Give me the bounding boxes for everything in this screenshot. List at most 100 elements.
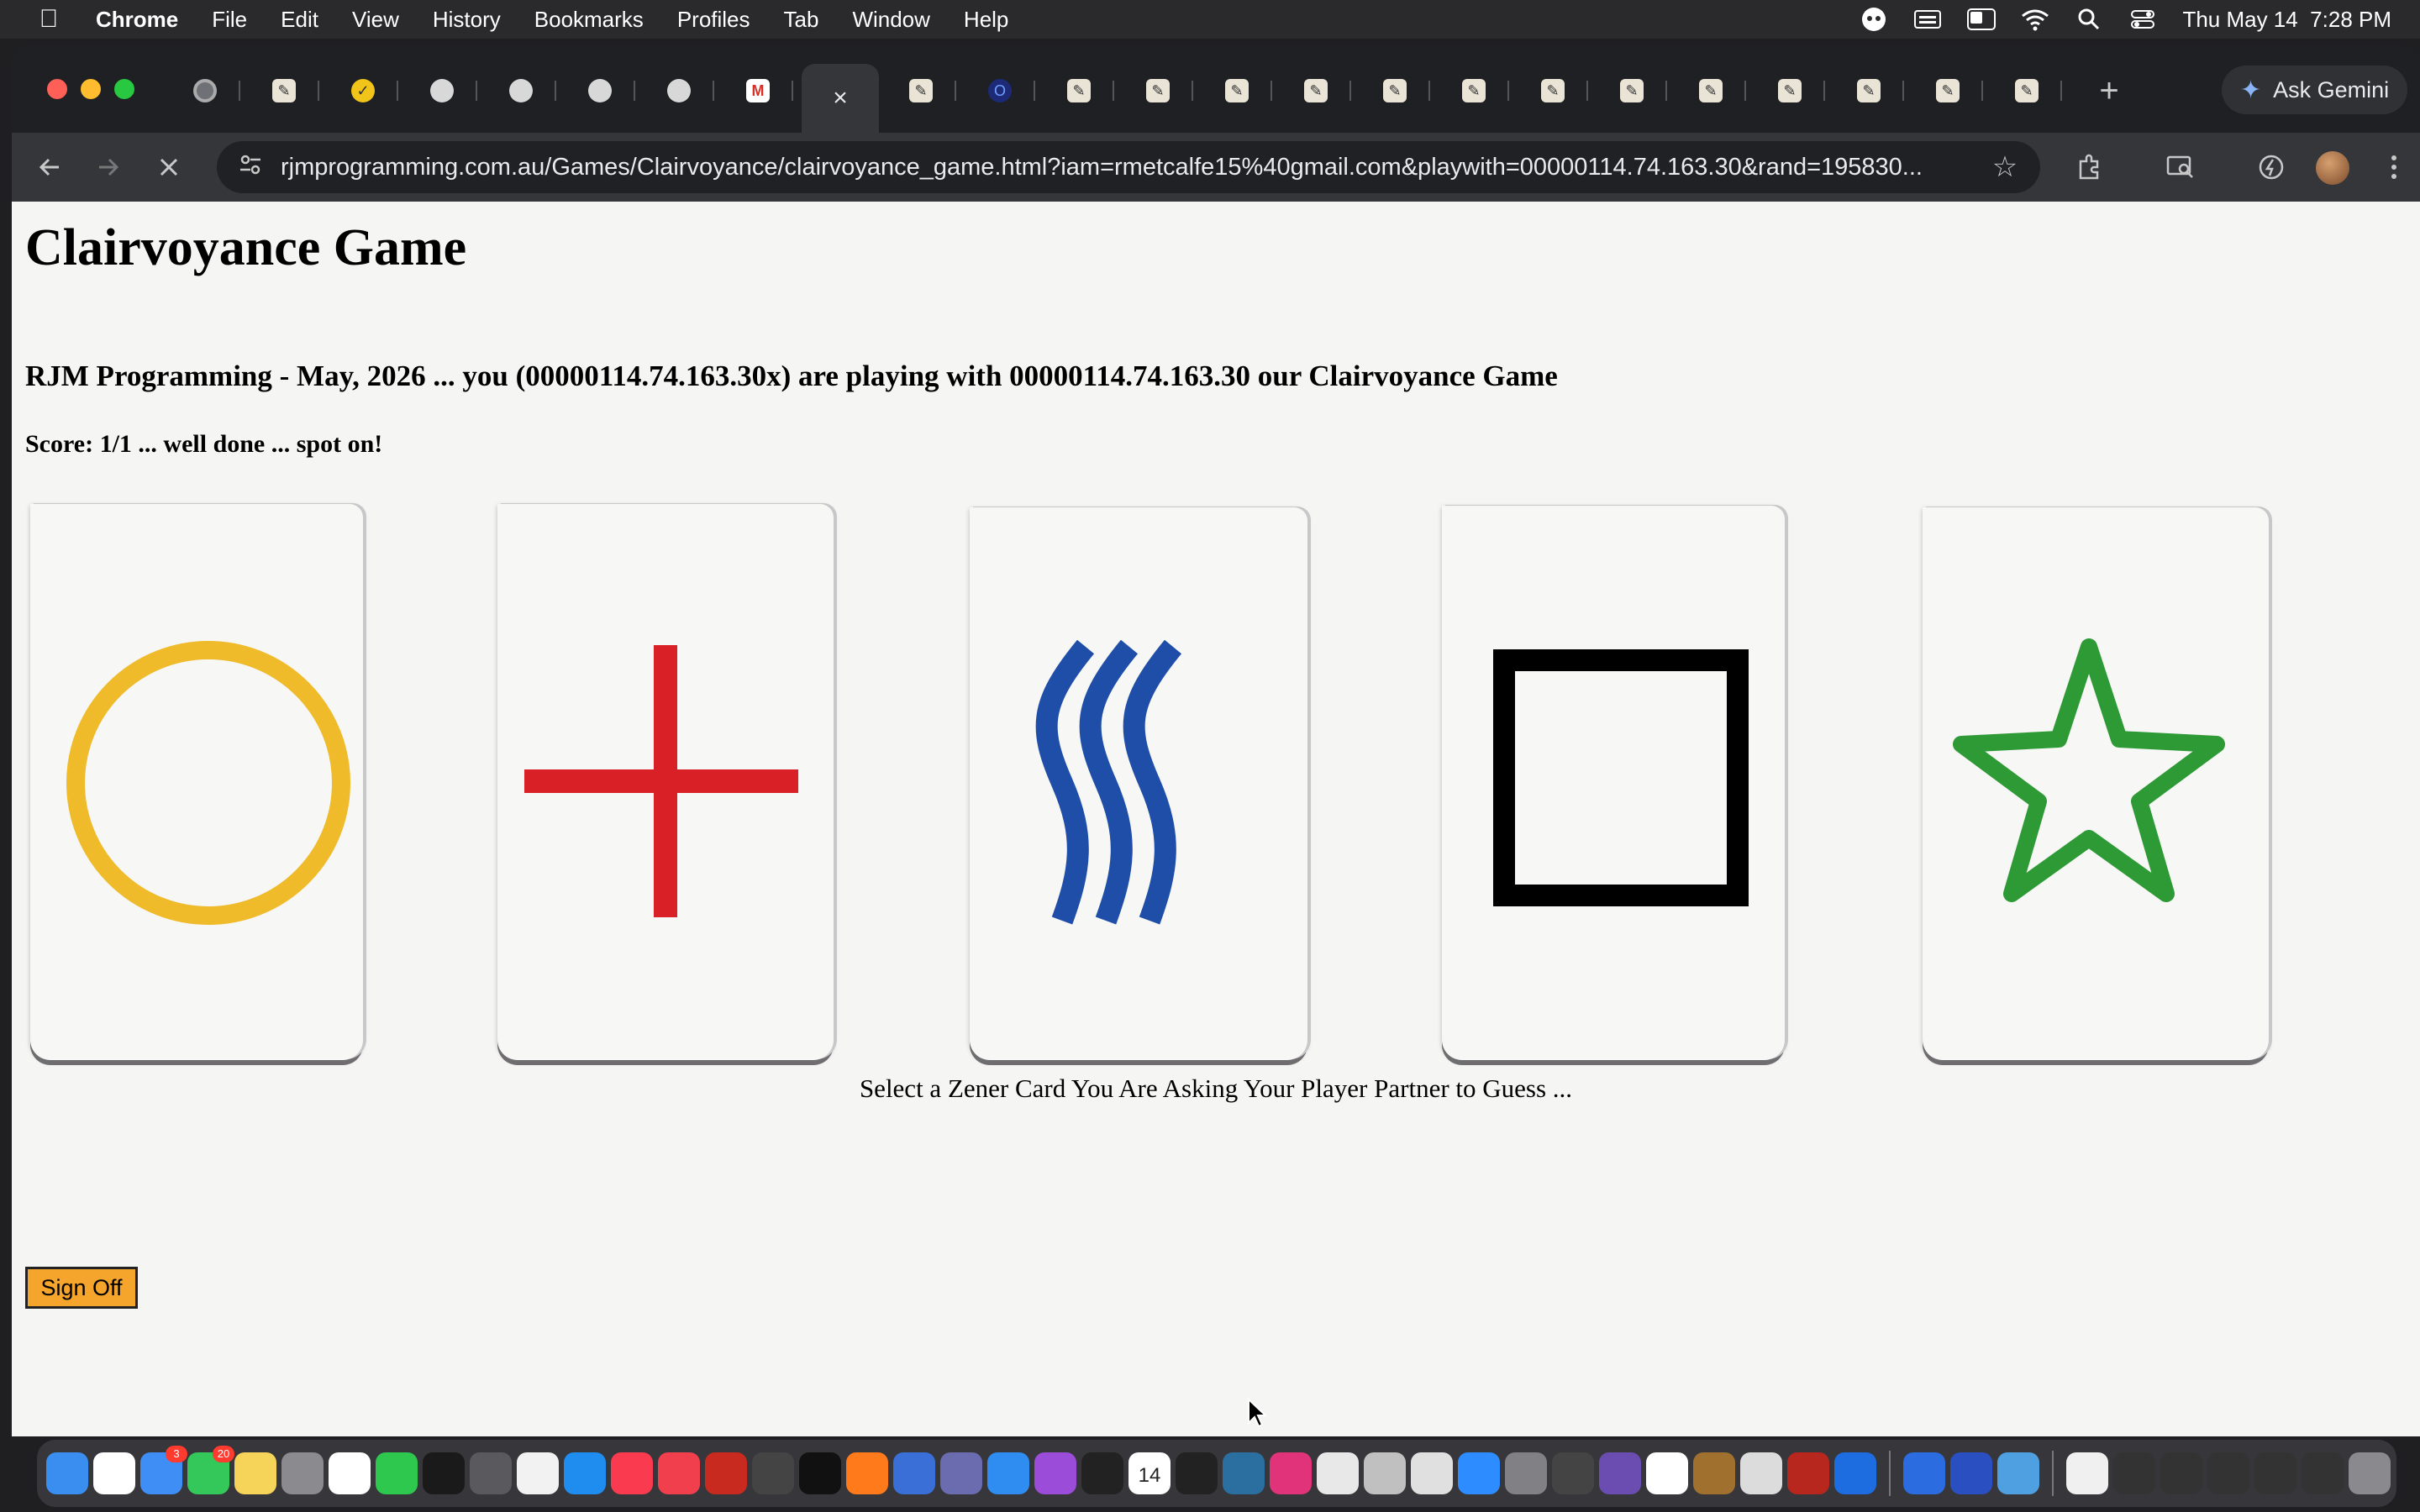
chrome-icon[interactable] xyxy=(1411,1452,1453,1494)
browser-tab[interactable]: ✎ xyxy=(1044,67,1114,114)
browser-tab[interactable]: ✎ xyxy=(1123,67,1193,114)
calculator-icon[interactable] xyxy=(470,1452,512,1494)
app-icon[interactable] xyxy=(893,1452,935,1494)
window-thumbnail-icon[interactable] xyxy=(2302,1452,2344,1494)
menu-history[interactable]: History xyxy=(433,7,501,33)
opera-icon[interactable] xyxy=(1646,1452,1688,1494)
console-icon[interactable] xyxy=(1176,1452,1218,1494)
app-icon[interactable] xyxy=(1693,1452,1735,1494)
menu-clock[interactable]: Thu May 14 7:28 PM xyxy=(2182,7,2391,33)
new-tab-button[interactable]: + xyxy=(2091,72,2128,109)
music-icon[interactable] xyxy=(611,1452,653,1494)
sign-off-button[interactable]: Sign Off xyxy=(25,1267,138,1309)
terminal-icon[interactable] xyxy=(1081,1452,1123,1494)
finder-icon[interactable] xyxy=(46,1452,88,1494)
xcode-icon[interactable] xyxy=(1834,1452,1876,1494)
browser-tab[interactable]: ✎ xyxy=(1202,67,1272,114)
news-icon[interactable] xyxy=(658,1452,700,1494)
browser-tab[interactable]: ✎ xyxy=(1360,67,1430,114)
site-info-icon[interactable] xyxy=(234,152,267,183)
browser-tab[interactable]: ✎ xyxy=(1518,67,1588,114)
menu-bookmarks[interactable]: Bookmarks xyxy=(534,7,644,33)
browser-tab[interactable] xyxy=(644,67,714,114)
browser-tab[interactable]: ✓ xyxy=(328,67,398,114)
profile-avatar[interactable] xyxy=(2316,151,2349,185)
browser-tab[interactable]: ✎ xyxy=(1281,67,1351,114)
zoom-window-button[interactable] xyxy=(114,79,134,99)
notes-icon[interactable] xyxy=(234,1452,276,1494)
browser-tab[interactable]: ✎ xyxy=(1833,67,1904,114)
browser-tab[interactable] xyxy=(170,67,240,114)
facetime-icon[interactable] xyxy=(376,1452,418,1494)
apple-menu-icon[interactable]:  xyxy=(32,5,66,34)
launchpad-icon[interactable] xyxy=(281,1452,324,1494)
bbedit-icon[interactable] xyxy=(940,1452,982,1494)
preview-icon[interactable] xyxy=(1317,1452,1359,1494)
browser-tab[interactable]: ✎ xyxy=(1597,67,1667,114)
elephant-icon[interactable] xyxy=(1740,1452,1782,1494)
document-icon[interactable] xyxy=(2066,1452,2108,1494)
filezilla-icon[interactable] xyxy=(705,1452,747,1494)
wifi-icon[interactable] xyxy=(2021,7,2049,32)
apple-tv-icon[interactable] xyxy=(799,1452,841,1494)
quicktime-icon[interactable] xyxy=(1223,1452,1265,1494)
keyboard-icon[interactable] xyxy=(1913,7,1942,32)
safari-icon[interactable] xyxy=(987,1452,1029,1494)
window-thumbnail-icon[interactable] xyxy=(2254,1452,2296,1494)
minimize-window-button[interactable] xyxy=(81,79,101,99)
zener-card-star[interactable] xyxy=(1923,507,2269,1060)
control-center-icon[interactable] xyxy=(2128,7,2157,32)
app-icon[interactable] xyxy=(1552,1452,1594,1494)
browser-tab[interactable]: ✎ xyxy=(1912,67,1983,114)
app-icon[interactable] xyxy=(1599,1452,1641,1494)
messages-icon[interactable]: 20 xyxy=(187,1446,234,1494)
app-icon[interactable] xyxy=(752,1452,794,1494)
calendar-icon[interactable]: 14 xyxy=(1128,1452,1171,1494)
extensions-icon[interactable] xyxy=(2070,148,2109,186)
reminders-icon[interactable] xyxy=(93,1452,135,1494)
browser-tab[interactable]: ✎ xyxy=(249,67,319,114)
menu-app-name[interactable]: Chrome xyxy=(96,7,178,33)
zener-card-cross[interactable] xyxy=(497,504,834,1060)
browser-tab[interactable]: O xyxy=(965,67,1035,114)
system-settings-icon[interactable] xyxy=(1505,1452,1547,1494)
stop-loading-button[interactable] xyxy=(150,148,188,186)
menu-view[interactable]: View xyxy=(352,7,399,33)
battery-icon[interactable] xyxy=(1967,7,1996,32)
freeform-icon[interactable] xyxy=(329,1452,371,1494)
menu-tab[interactable]: Tab xyxy=(784,7,819,33)
browser-tab[interactable]: ✎ xyxy=(1676,67,1746,114)
browser-tab[interactable] xyxy=(486,67,556,114)
spotlight-search-icon[interactable] xyxy=(2075,7,2103,32)
address-bar[interactable]: rjmprogramming.com.au/Games/Clairvoyance… xyxy=(217,141,2040,193)
app-store-icon[interactable] xyxy=(564,1452,606,1494)
performance-icon[interactable] xyxy=(2252,148,2291,186)
menu-window[interactable]: Window xyxy=(852,7,929,33)
textedit-icon[interactable] xyxy=(517,1452,559,1494)
app-icon[interactable] xyxy=(1950,1452,1992,1494)
zener-card-circle[interactable] xyxy=(30,504,363,1060)
browser-tab[interactable]: ✎ xyxy=(1439,67,1509,114)
menu-file[interactable]: File xyxy=(212,7,247,33)
browser-tab-active[interactable]: × xyxy=(802,64,879,133)
close-tab-icon[interactable]: × xyxy=(833,84,848,113)
browser-tab[interactable]: M xyxy=(723,67,793,114)
window-thumbnail-icon[interactable] xyxy=(2113,1452,2155,1494)
app-icon[interactable] xyxy=(1787,1452,1829,1494)
menu-profiles[interactable]: Profiles xyxy=(677,7,750,33)
menu-edit[interactable]: Edit xyxy=(281,7,318,33)
browser-tab[interactable]: ✎ xyxy=(1991,67,2062,114)
intellij-icon[interactable] xyxy=(1270,1452,1312,1494)
podcasts-icon[interactable] xyxy=(1034,1452,1076,1494)
firefox-icon[interactable] xyxy=(846,1452,888,1494)
close-window-button[interactable] xyxy=(47,79,67,99)
window-thumbnail-icon[interactable] xyxy=(2160,1452,2202,1494)
trash-icon[interactable] xyxy=(2349,1452,2391,1494)
windows-app-icon[interactable] xyxy=(1903,1452,1945,1494)
ask-gemini-button[interactable]: ✦ Ask Gemini xyxy=(2222,66,2408,114)
bookmark-star-icon[interactable]: ☆ xyxy=(1988,150,2022,184)
browser-tab[interactable]: ✎ xyxy=(1754,67,1825,114)
mail-icon[interactable]: 3 xyxy=(140,1446,187,1494)
zoom-icon[interactable] xyxy=(1458,1452,1500,1494)
forward-button[interactable] xyxy=(89,148,128,186)
